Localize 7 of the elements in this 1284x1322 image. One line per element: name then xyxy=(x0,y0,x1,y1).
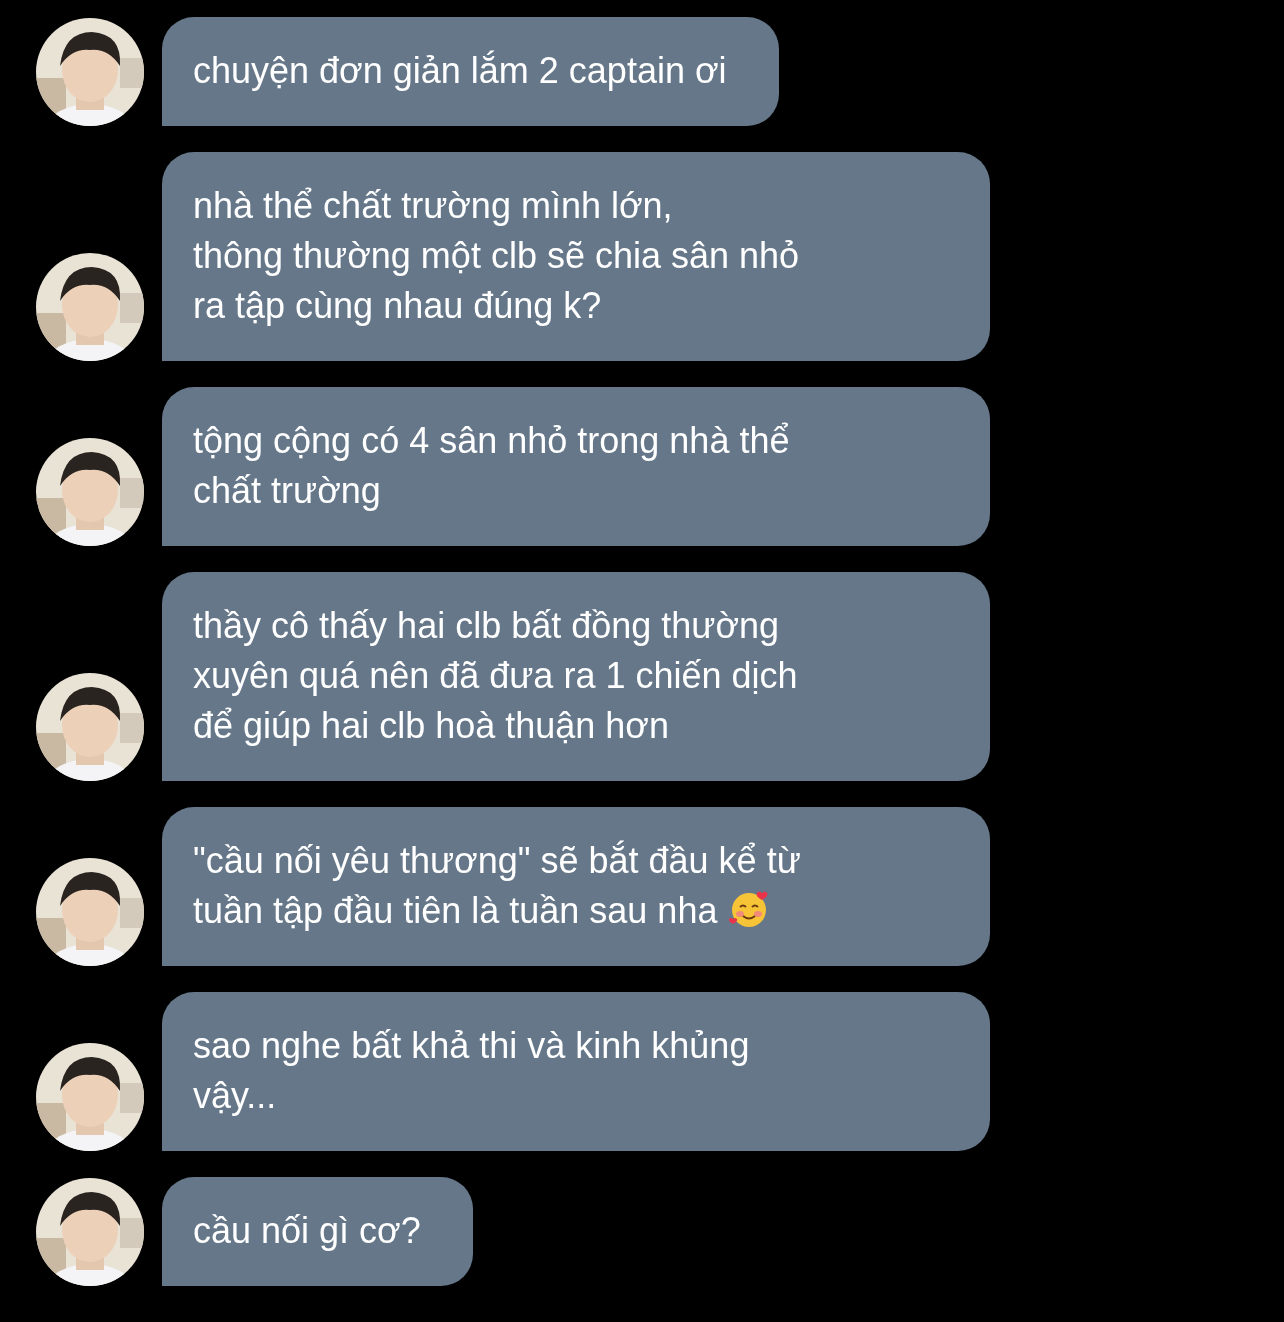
message-bubble: "cầu nối yêu thương" sẽ bắt đầu kể từ tuần tập đầu tiên là tuần sau nha xyxy=(162,807,990,966)
message-bubble: cầu nối gì cơ? xyxy=(162,1177,473,1286)
message-bubble: thầy cô thấy hai clb bất đồng thường xuyên quá nên đã đưa ra 1 chiến dịch để giúp hai clb hoà thuận hơn xyxy=(162,572,990,781)
message-bubble: chuyện đơn giản lắm 2 captain ơi xyxy=(162,17,779,126)
message-bubble: nhà thể chất trường mình lớn, thông thường một clb sẽ chia sân nhỏ ra tập cùng nhau đúng k? xyxy=(162,152,990,361)
message-bubble: sao nghe bất khả thi và kinh khủng vậy... xyxy=(162,992,990,1151)
message-bubble: tộng cộng có 4 sân nhỏ trong nhà thể chất trường xyxy=(162,387,990,546)
